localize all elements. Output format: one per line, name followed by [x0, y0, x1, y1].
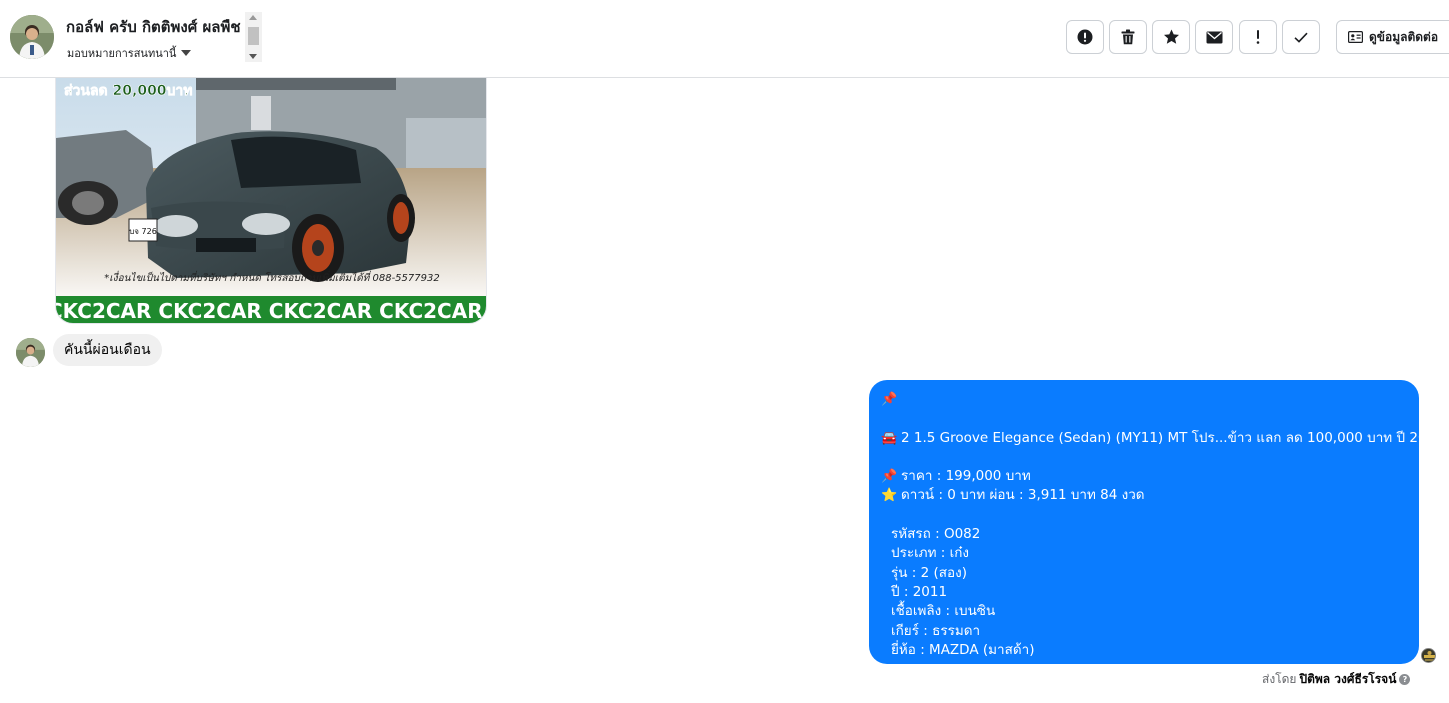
contact-avatar[interactable] [10, 15, 54, 59]
ad-disclaimer: *เงื่อนไขเป็นไปตามที่บริษัทฯ กำหนด โทรสอ… [104, 270, 439, 284]
alert-circle-icon [1077, 29, 1093, 45]
assign-conversation-dropdown[interactable]: มอบหมายการสนทนานี้ [67, 44, 192, 62]
ad-discount-banner: ส่วนลด 20,000บาท [64, 83, 193, 99]
message-line: รหัสรถ : O082 [881, 525, 1407, 544]
message-line: 📌 ราคา : 199,000 บาท [881, 467, 1407, 486]
car-fuel-text: เชื้อเพลิง : เบนซิน [891, 603, 996, 620]
trash-icon [1121, 29, 1135, 45]
ad-ribbon: CKC2CAR CKC2CAR CKC2CAR CKC2CAR CKC2CAR … [56, 299, 487, 323]
car-code-text: รหัสรถ : O082 [891, 526, 981, 543]
license-plate: บจ 726 [129, 227, 157, 236]
message-line: เชื้อเพลิง : เบนซิน [881, 602, 1407, 621]
car-year-text: ปี : 2011 [891, 583, 948, 600]
scroll-thumb[interactable] [248, 27, 259, 45]
car-type-text: ประเภท : เก๋ง [891, 545, 969, 562]
message-line [881, 448, 1407, 467]
car-icon: 🚘 [881, 430, 898, 446]
star-emoji-icon: ⭐ [881, 488, 898, 504]
view-contact-label: ดูข้อมูลติดต่อ [1369, 29, 1439, 44]
exclamation-icon [1256, 30, 1260, 44]
message-line [881, 506, 1407, 525]
down-payment-text: ดาวน์ : 0 บาท ผ่อน : 3,911 บาท 84 งวด [901, 487, 1145, 504]
message-line: ยี่ห้อ : MAZDA (มาสด้า) [881, 641, 1407, 660]
mark-unread-button[interactable] [1195, 20, 1233, 54]
message-line: เกียร์ : ธรรมดา [881, 622, 1407, 641]
check-icon [1294, 32, 1308, 43]
incoming-message-bubble[interactable]: คันนี้ผ่อนเดือน [53, 334, 162, 366]
conversation-header: กอล์ฟ ครับ กิตติพงศ์ ผลพืช มอบหมายการสนท… [0, 0, 1449, 78]
mark-done-button[interactable] [1282, 20, 1320, 54]
mark-spam-button[interactable] [1066, 20, 1104, 54]
contact-name[interactable]: กอล์ฟ ครับ กิตติพงศ์ ผลพืช [66, 15, 246, 39]
pin-icon: 📌 [881, 469, 898, 485]
sender-avatar [1421, 648, 1436, 663]
outgoing-message-bubble[interactable]: 📌 🚘 2 1.5 Groove Elegance (Sedan) (MY11) … [869, 380, 1444, 664]
assign-label: มอบหมายการสนทนานี้ [67, 47, 177, 60]
message-line: ⭐ ดาวน์ : 0 บาท ผ่อน : 3,911 บาท 84 งวด [881, 486, 1407, 505]
pin-icon: 📌 [881, 392, 898, 407]
sent-by-name[interactable]: ปิติพล วงศ์ธีรโรจน์ [1299, 670, 1396, 689]
follow-up-button[interactable] [1239, 20, 1277, 54]
car-gear-text: เกียร์ : ธรรมดา [891, 622, 981, 639]
message-line: 📌 [881, 390, 1407, 409]
message-line: ปี : 2011 [881, 583, 1407, 602]
message-line: ประเภท : เก๋ง [881, 544, 1407, 563]
help-icon[interactable]: ? [1399, 674, 1411, 685]
message-line [881, 409, 1407, 428]
car-title: 2 1.5 Groove Elegance (Sedan) (MY11) MT … [901, 429, 1444, 446]
message-line: รุ่น : 2 (สอง) [881, 564, 1407, 583]
mail-icon [1206, 31, 1222, 43]
delete-button[interactable] [1109, 20, 1147, 54]
caret-down-icon [181, 50, 192, 56]
car-ad-image[interactable]: บจ 726 ส่วนลด 20,000บาท *เงื่อนไขเป็นไปต… [55, 78, 487, 324]
car-brand-text: ยี่ห้อ : MAZDA (มาสด้า) [891, 641, 1035, 658]
name-scrollbar[interactable] [245, 12, 262, 62]
sent-by-info: ส่งโดย ปิติพล วงศ์ธีรโรจน์ ? [1262, 670, 1411, 689]
scroll-up-icon[interactable] [249, 15, 257, 20]
price-text: ราคา : 199,000 บาท [901, 468, 1031, 485]
contact-card-icon [1348, 31, 1363, 43]
car-model-text: รุ่น : 2 (สอง) [891, 564, 967, 581]
view-contact-button[interactable]: ดูข้อมูลติดต่อ [1336, 20, 1449, 54]
sent-by-prefix: ส่งโดย [1262, 672, 1297, 686]
star-icon [1163, 29, 1179, 44]
scroll-down-icon[interactable] [249, 54, 257, 59]
star-button[interactable] [1152, 20, 1190, 54]
incoming-sender-avatar [16, 338, 45, 367]
message-line: 🚘 2 1.5 Groove Elegance (Sedan) (MY11) MT… [881, 429, 1444, 448]
